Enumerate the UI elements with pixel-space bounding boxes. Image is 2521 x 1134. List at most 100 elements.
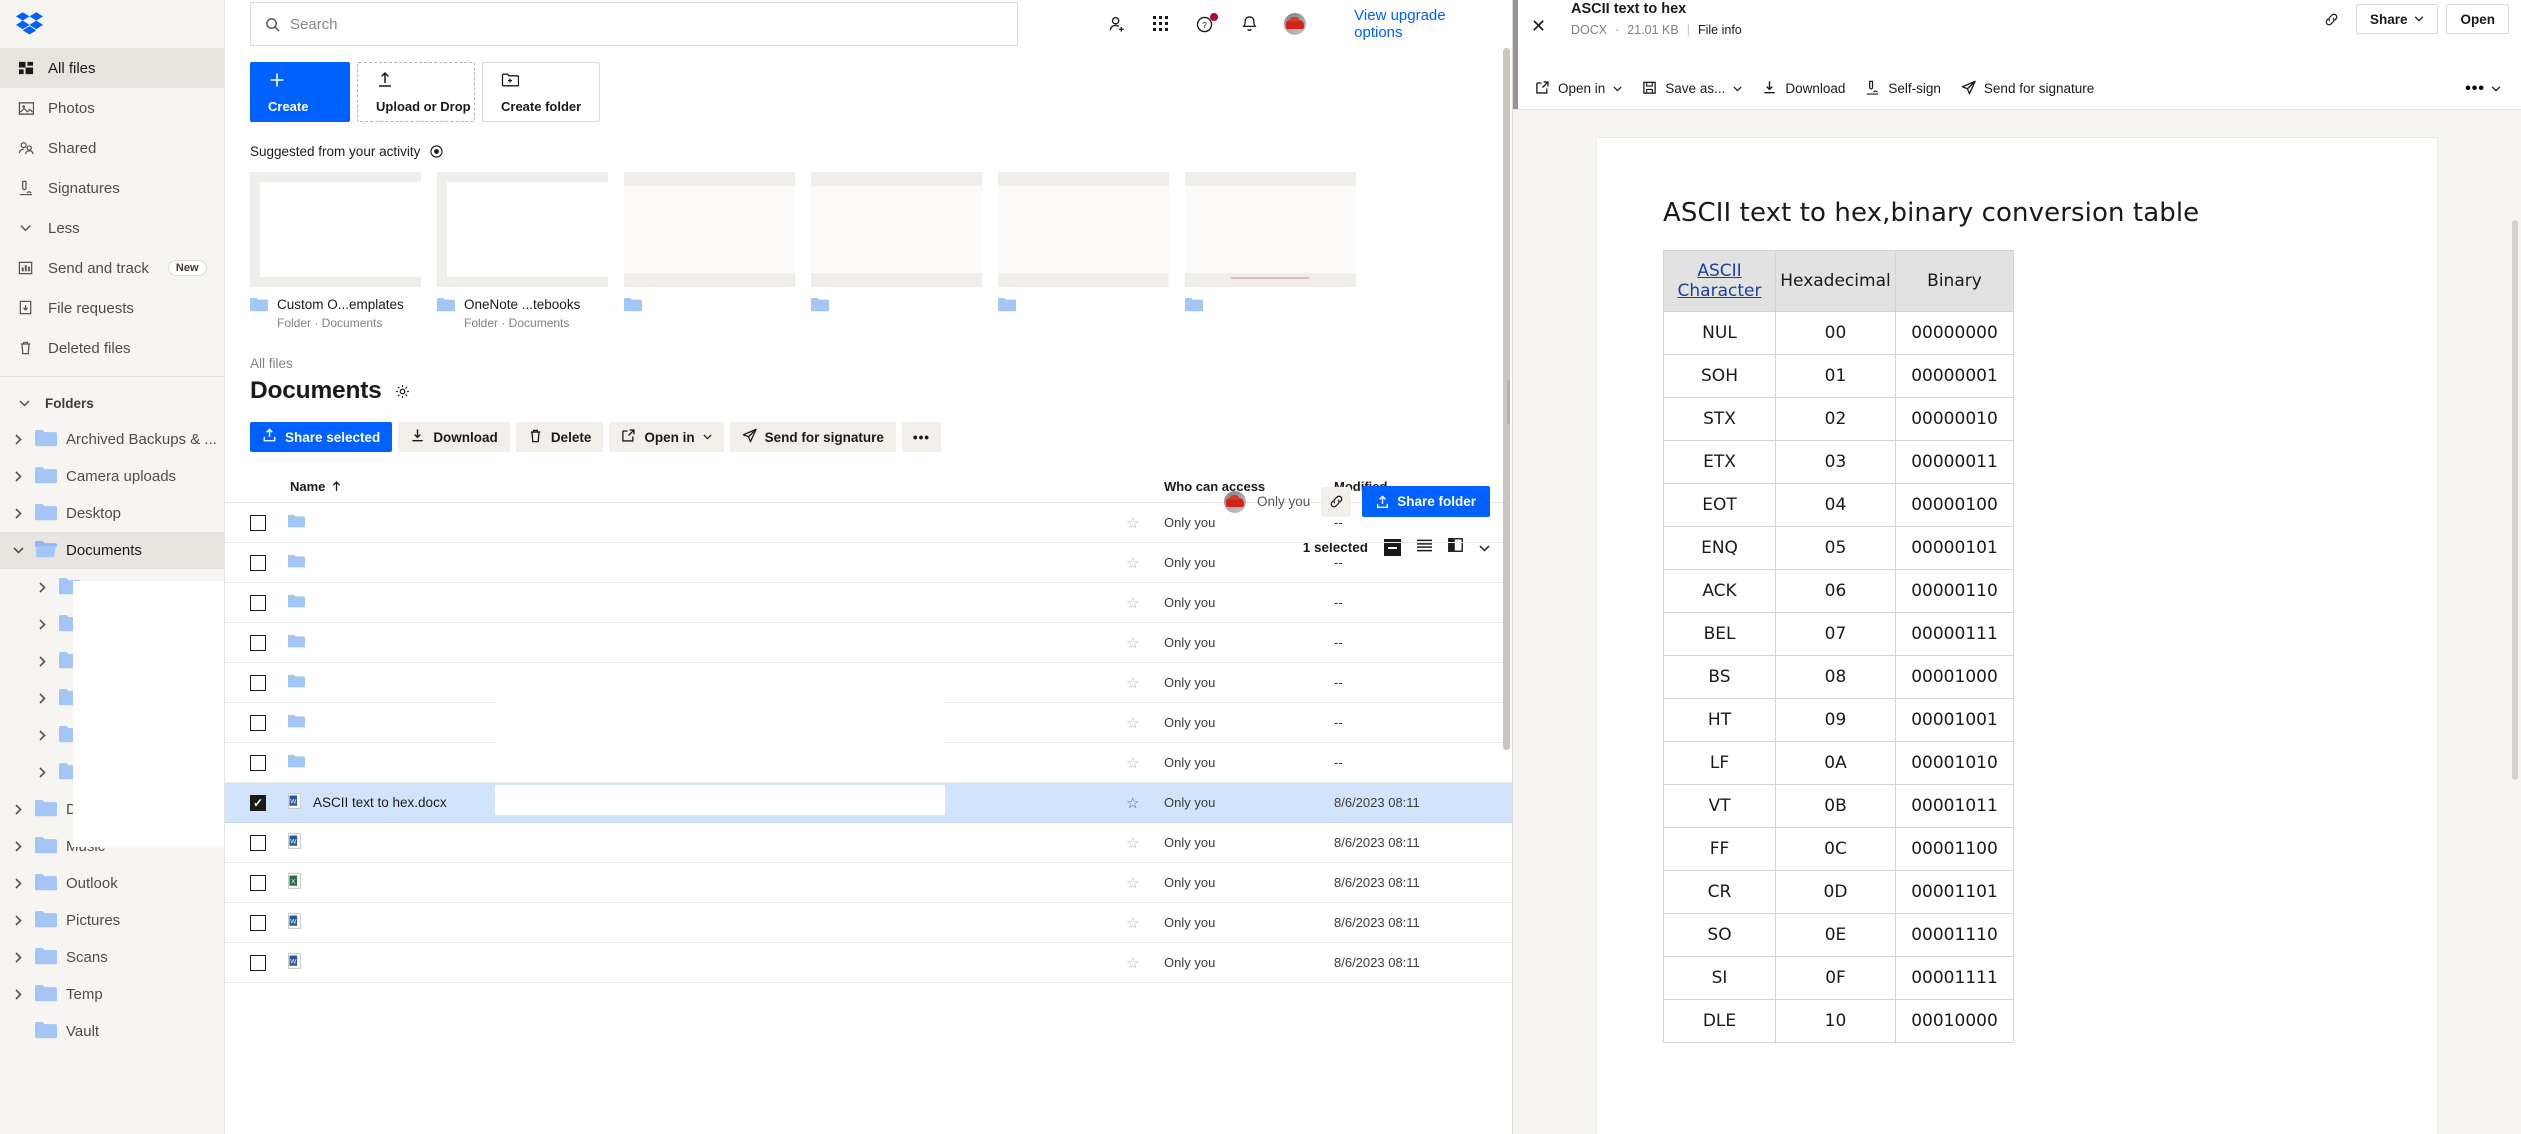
app-grid-icon[interactable] <box>1153 15 1170 33</box>
suggested-card[interactable] <box>998 172 1169 330</box>
row-name-cell[interactable] <box>266 714 1164 731</box>
sidebar-item-photos[interactable]: Photos <box>0 88 224 128</box>
chevron-right-icon[interactable] <box>34 656 50 667</box>
folder-tree-item-camera-uploads[interactable]: Camera uploads <box>0 458 224 495</box>
send-for-signature-button[interactable]: Send for signature <box>729 422 896 452</box>
sidebar-item-all-files[interactable]: All files <box>0 48 224 88</box>
table-row[interactable]: ☆ Only you -- <box>225 543 1512 583</box>
table-row[interactable]: ☆ Only you -- <box>225 503 1512 543</box>
self-sign-button[interactable]: Self-sign <box>1865 80 1941 98</box>
row-checkbox[interactable] <box>250 794 266 811</box>
search-input[interactable]: Search <box>250 2 1019 46</box>
chevron-right-icon[interactable] <box>10 878 26 889</box>
row-name-cell[interactable] <box>266 674 1164 691</box>
chevron-right-icon[interactable] <box>10 841 26 852</box>
table-row[interactable]: ☆ Only you -- <box>225 623 1512 663</box>
notifications-icon[interactable] <box>1241 15 1258 34</box>
download-button[interactable]: Download <box>1762 80 1845 98</box>
star-icon[interactable]: ☆ <box>1126 874 1139 892</box>
preview-scrollbar[interactable] <box>2512 220 2518 1134</box>
table-row[interactable]: ☆ Only you -- <box>225 703 1512 743</box>
open-button[interactable]: Open <box>2446 4 2509 34</box>
row-name-cell[interactable]: W <box>266 833 1164 852</box>
row-name-cell[interactable] <box>266 554 1164 571</box>
row-checkbox[interactable] <box>250 874 266 891</box>
help-icon[interactable]: ? <box>1196 12 1219 34</box>
folder-tree-item-temp[interactable]: Temp <box>0 976 224 1013</box>
row-name-cell[interactable] <box>266 634 1164 651</box>
open-in-button[interactable]: Open in <box>609 422 724 452</box>
breadcrumb[interactable]: All files <box>225 330 1512 371</box>
chevron-right-icon[interactable] <box>10 434 26 445</box>
table-row[interactable]: X ☆ Only you 8/6/2023 08:11 <box>225 863 1512 903</box>
chevron-right-icon[interactable] <box>10 508 26 519</box>
row-name-cell[interactable]: W <box>266 953 1164 972</box>
column-name[interactable]: Name <box>250 479 1164 494</box>
file-info-link[interactable]: File info <box>1698 23 1742 37</box>
chevron-right-icon[interactable] <box>34 730 50 741</box>
pane-resize-handle[interactable] <box>1507 380 1510 424</box>
create-button[interactable]: Create <box>250 62 350 122</box>
create-folder-button[interactable]: Create folder <box>482 62 600 122</box>
table-row[interactable]: ☆ Only you -- <box>225 743 1512 783</box>
chevron-right-icon[interactable] <box>10 952 26 963</box>
row-checkbox[interactable] <box>250 714 266 731</box>
open-in-button[interactable]: Open in <box>1535 80 1622 98</box>
star-icon[interactable]: ☆ <box>1126 594 1139 612</box>
table-row[interactable]: W ☆ Only you 8/6/2023 08:11 <box>225 823 1512 863</box>
share-selected-button[interactable]: Share selected <box>250 422 393 452</box>
table-row[interactable]: W ASCII text to hex.docx ☆ Only you 8/6/2023… <box>225 783 1512 823</box>
folder-tree-item-desktop[interactable]: Desktop <box>0 495 224 532</box>
folder-tree-item-scans[interactable]: Scans <box>0 939 224 976</box>
folder-tree-item-outlook[interactable]: Outlook <box>0 865 224 902</box>
chevron-right-icon[interactable] <box>34 767 50 778</box>
upload-or-drop-button[interactable]: Upload or Drop <box>357 62 475 122</box>
row-checkbox[interactable] <box>250 634 266 651</box>
row-name-cell[interactable] <box>266 754 1164 771</box>
star-icon[interactable]: ☆ <box>1126 514 1139 532</box>
scrollbar-thumb[interactable] <box>2512 220 2518 780</box>
row-name-cell[interactable]: X <box>266 873 1164 892</box>
row-checkbox[interactable] <box>250 914 266 931</box>
chevron-right-icon[interactable] <box>34 619 50 630</box>
star-icon[interactable]: ☆ <box>1126 834 1139 852</box>
row-name-cell[interactable] <box>266 594 1164 611</box>
star-icon[interactable]: ☆ <box>1126 914 1139 932</box>
eye-icon[interactable] <box>430 145 443 158</box>
sidebar-item-signatures[interactable]: Signatures <box>0 168 224 208</box>
row-checkbox[interactable] <box>250 954 266 971</box>
chevron-right-icon[interactable] <box>34 582 50 593</box>
row-checkbox[interactable] <box>250 554 266 571</box>
send-for-signature-button[interactable]: Send for signature <box>1961 80 2094 98</box>
row-checkbox[interactable] <box>250 674 266 691</box>
folder-tree-item-vault[interactable]: Vault <box>0 1013 224 1050</box>
folder-tree-item-pictures[interactable]: Pictures <box>0 902 224 939</box>
star-icon[interactable]: ☆ <box>1126 794 1139 812</box>
more-button[interactable]: ••• <box>901 422 942 452</box>
chevron-right-icon[interactable] <box>10 915 26 926</box>
table-row[interactable]: W ☆ Only you 8/6/2023 08:11 <box>225 903 1512 943</box>
row-name-cell[interactable] <box>266 514 1164 531</box>
close-icon[interactable]: ✕ <box>1531 16 1546 37</box>
chevron-right-icon[interactable] <box>10 989 26 1000</box>
download-button[interactable]: Download <box>398 422 510 452</box>
copy-link-button[interactable] <box>2316 4 2348 34</box>
sidebar-item-file-requests[interactable]: File requests <box>0 288 224 328</box>
star-icon[interactable]: ☆ <box>1126 954 1139 972</box>
sidebar-item-shared[interactable]: Shared <box>0 128 224 168</box>
star-icon[interactable]: ☆ <box>1126 634 1139 652</box>
folders-section-header[interactable]: Folders <box>0 385 224 421</box>
user-avatar[interactable] <box>1284 13 1307 35</box>
sidebar-item-send-and-track[interactable]: Send and track New <box>0 248 224 288</box>
suggested-card[interactable] <box>811 172 982 330</box>
chevron-right-icon[interactable] <box>34 693 50 704</box>
suggested-card[interactable]: OneNote ...tebooks Folder · Documents <box>437 172 608 330</box>
upgrade-link[interactable]: View upgrade options <box>1354 7 1492 41</box>
dropbox-logo[interactable] <box>0 0 224 48</box>
delete-button[interactable]: Delete <box>515 422 604 452</box>
row-checkbox[interactable] <box>250 594 266 611</box>
folder-tree-item-documents[interactable]: Documents <box>0 532 224 569</box>
suggested-card[interactable] <box>624 172 795 330</box>
sidebar-item-deleted-files[interactable]: Deleted files <box>0 328 224 368</box>
ascii-character-link[interactable]: ASCII Character <box>1678 261 1762 301</box>
